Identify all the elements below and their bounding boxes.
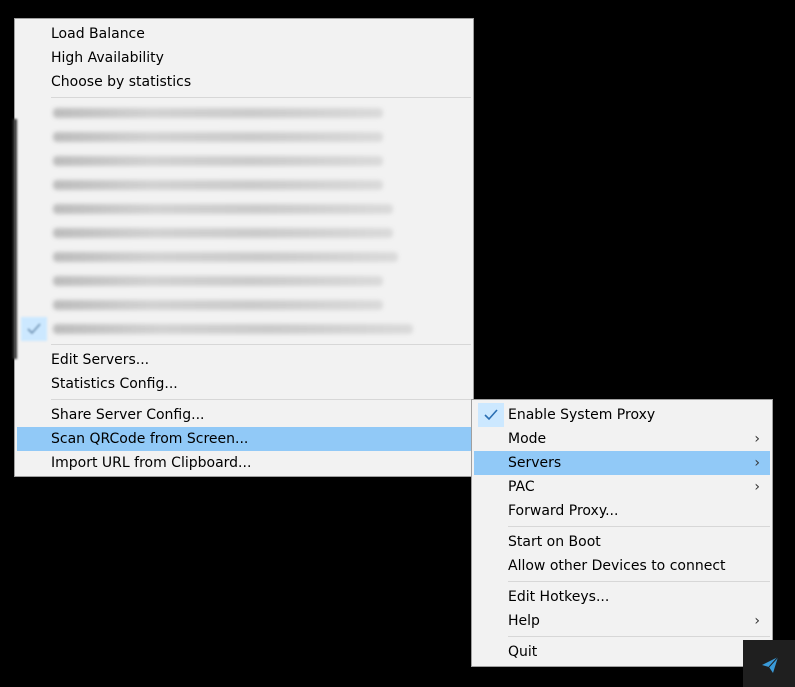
- share-server-config-item[interactable]: Share Server Config...: [17, 403, 471, 427]
- server-entry-selected[interactable]: [17, 317, 471, 341]
- server-entry[interactable]: [17, 269, 471, 293]
- servers-submenu: Load Balance High Availability Choose by…: [13, 18, 474, 477]
- quit-item[interactable]: Quit: [474, 640, 770, 664]
- tray-area: [743, 640, 795, 687]
- pac-item[interactable]: PAC ›: [474, 475, 770, 499]
- pac-label: PAC: [508, 479, 535, 495]
- chevron-right-icon: ›: [754, 431, 760, 447]
- checkmark-icon: [478, 403, 504, 427]
- chevron-right-icon: ›: [754, 479, 760, 495]
- forward-proxy-item[interactable]: Forward Proxy...: [474, 499, 770, 523]
- mode-item[interactable]: Mode ›: [474, 427, 770, 451]
- separator: [508, 636, 770, 637]
- import-url-item[interactable]: Import URL from Clipboard...: [17, 451, 471, 475]
- help-item[interactable]: Help ›: [474, 609, 770, 633]
- statistics-config-item[interactable]: Statistics Config...: [17, 372, 471, 396]
- separator: [508, 581, 770, 582]
- mode-label: Mode: [508, 431, 547, 447]
- enable-system-proxy-item[interactable]: Enable System Proxy: [474, 403, 770, 427]
- server-entry[interactable]: [17, 245, 471, 269]
- edit-servers-item[interactable]: Edit Servers...: [17, 348, 471, 372]
- main-context-menu: Enable System Proxy Mode › Servers › PAC…: [471, 399, 773, 667]
- server-entry[interactable]: [17, 221, 471, 245]
- strategy-high-availability[interactable]: High Availability: [17, 46, 471, 70]
- server-entry[interactable]: [17, 197, 471, 221]
- servers-item[interactable]: Servers ›: [474, 451, 770, 475]
- start-on-boot-item[interactable]: Start on Boot: [474, 530, 770, 554]
- server-entry[interactable]: [17, 149, 471, 173]
- enable-system-proxy-label: Enable System Proxy: [508, 407, 656, 423]
- server-entry[interactable]: [17, 173, 471, 197]
- separator: [51, 344, 471, 345]
- strategy-choose-by-statistics[interactable]: Choose by statistics: [17, 70, 471, 94]
- separator: [51, 399, 471, 400]
- separator: [508, 526, 770, 527]
- server-entry[interactable]: [17, 293, 471, 317]
- edit-hotkeys-item[interactable]: Edit Hotkeys...: [474, 585, 770, 609]
- server-entry[interactable]: [17, 101, 471, 125]
- allow-other-devices-item[interactable]: Allow other Devices to connect: [474, 554, 770, 578]
- scan-qrcode-item[interactable]: Scan QRCode from Screen...: [17, 427, 471, 451]
- servers-label: Servers: [508, 455, 562, 471]
- server-entry[interactable]: [17, 125, 471, 149]
- strategy-load-balance[interactable]: Load Balance: [17, 22, 471, 46]
- paper-plane-icon[interactable]: [761, 656, 779, 674]
- help-label: Help: [508, 613, 540, 629]
- separator: [51, 97, 471, 98]
- desktop: { "servers_menu": { "strategies": ["Load…: [0, 0, 795, 687]
- checkmark-icon: [21, 317, 47, 341]
- chevron-right-icon: ›: [754, 613, 760, 629]
- chevron-right-icon: ›: [754, 455, 760, 471]
